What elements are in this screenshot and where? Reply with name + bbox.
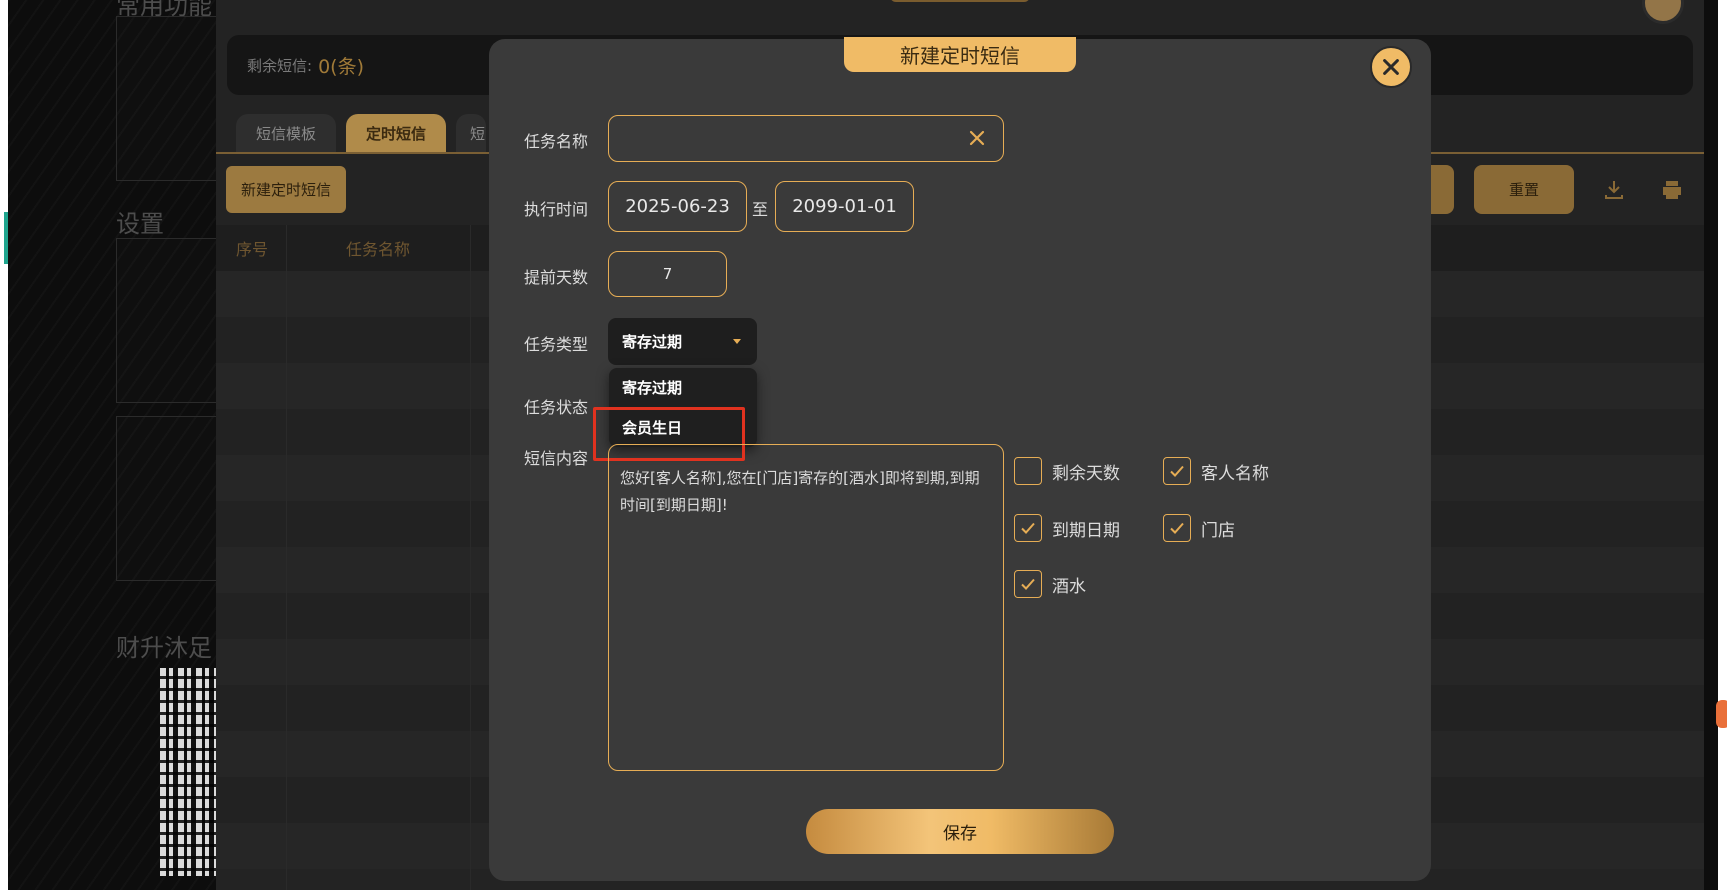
reset-button[interactable]: 重置: [1474, 165, 1574, 214]
task-type-label: 任务类型: [524, 335, 589, 354]
checkbox-label: 到期日期: [1052, 520, 1120, 541]
checkbox-box[interactable]: [1163, 457, 1191, 485]
column-divider: [286, 225, 287, 890]
clear-icon[interactable]: [966, 127, 988, 149]
close-icon[interactable]: [1370, 46, 1412, 88]
check-icon: [1170, 522, 1184, 534]
check-icon: [1021, 578, 1035, 590]
checkbox-box[interactable]: [1014, 514, 1042, 542]
check-icon: [1170, 465, 1184, 477]
sms-content-textarea[interactable]: 您好[客人名称],您在[门店]寄存的[酒水]即将到期,到期时间[到期日期]!: [608, 444, 1004, 771]
column-header-task-name: 任务名称: [346, 240, 411, 259]
panel-tabs: 短信模板 定时短信 短: [236, 114, 487, 152]
bg-card: [116, 416, 226, 581]
checkbox-label: 门店: [1201, 520, 1235, 541]
advance-days-input[interactable]: 7: [608, 251, 727, 297]
download-icon[interactable]: [1602, 178, 1626, 208]
qr-code: [160, 668, 218, 876]
checkbox-label: 剩余天数: [1052, 463, 1120, 484]
new-scheduled-sms-button[interactable]: 新建定时短信: [226, 166, 346, 213]
task-name-label: 任务名称: [524, 132, 589, 151]
floating-tab[interactable]: [1716, 700, 1727, 728]
checkbox-box[interactable]: [1014, 570, 1042, 598]
side-accent-bar: [4, 212, 8, 264]
exec-time-label: 执行时间: [524, 200, 589, 219]
save-button[interactable]: 保存: [806, 809, 1114, 854]
task-type-select[interactable]: 寄存过期: [608, 318, 757, 365]
dropdown-option-storage-expiry[interactable]: 寄存过期: [622, 377, 682, 398]
print-icon[interactable]: [1660, 178, 1684, 208]
task-name-input[interactable]: [608, 115, 1004, 162]
sms-remaining-label: 剩余短信:: [247, 56, 313, 75]
checkbox-box[interactable]: [1014, 457, 1042, 485]
checkbox-remaining-days[interactable]: 剩余天数: [1014, 457, 1120, 485]
tab-sms-template[interactable]: 短信模板: [236, 114, 337, 152]
heading-settings: 设置: [116, 210, 164, 238]
checkbox-guest-name[interactable]: 客人名称: [1163, 457, 1269, 485]
checkbox-drinks[interactable]: 酒水: [1014, 570, 1086, 598]
sms-remaining-value: 0(条): [318, 55, 364, 78]
column-header-index: 序号: [236, 240, 269, 259]
checkbox-label: 酒水: [1052, 576, 1086, 597]
tab-sms-other[interactable]: 短: [456, 114, 487, 152]
checkbox-label: 客人名称: [1201, 463, 1269, 484]
task-status-label: 任务状态: [524, 398, 589, 417]
heading-store: 财升沐足: [116, 634, 212, 662]
checkbox-expiry-date[interactable]: 到期日期: [1014, 514, 1120, 542]
panel-top-button[interactable]: [890, 0, 1030, 2]
column-divider: [470, 225, 471, 890]
checkbox-store[interactable]: 门店: [1163, 514, 1235, 542]
tab-scheduled-sms[interactable]: 定时短信: [346, 114, 447, 152]
chevron-down-icon: [733, 339, 741, 344]
check-icon: [1021, 522, 1035, 534]
task-type-selected-value: 寄存过期: [622, 333, 683, 351]
dialog-title: 新建定时短信: [844, 37, 1076, 72]
bg-card: [116, 16, 226, 181]
date-separator: 至: [752, 200, 769, 219]
start-date-input[interactable]: 2025-06-23: [608, 181, 747, 232]
end-date-input[interactable]: 2099-01-01: [775, 181, 914, 232]
sms-content-label: 短信内容: [524, 449, 589, 468]
advance-days-label: 提前天数: [524, 268, 589, 287]
bg-card: [116, 238, 226, 403]
checkbox-box[interactable]: [1163, 514, 1191, 542]
